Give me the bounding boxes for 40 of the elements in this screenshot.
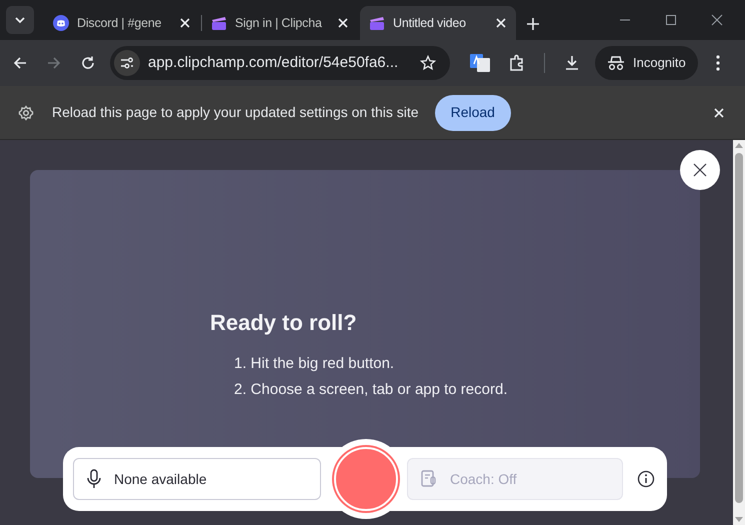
close-icon [693,163,707,177]
spy-icon [607,55,625,71]
star-icon[interactable] [420,55,436,71]
tab-title: Discord | #gene [77,14,162,32]
info-icon[interactable] [637,470,655,488]
incognito-button[interactable]: Incognito [595,46,698,80]
instruction-step: 2. Choose a screen, tab or app to record. [210,379,700,405]
puzzle-icon[interactable] [508,54,526,72]
back-icon[interactable] [12,55,28,71]
reload-icon[interactable] [80,55,96,71]
browser-tab[interactable]: Sign in | Clipcha [202,6,358,40]
discord-logo-icon [53,15,69,31]
browser-tab[interactable]: Discord | #gene [44,6,200,40]
microphone-select[interactable]: None available [73,458,321,500]
infobar-message: Reload this page to apply your updated settings on this site [52,103,419,122]
tab-title: Untitled video [393,14,467,32]
instruction-step: 1. Hit the big red button. [210,353,700,379]
download-icon[interactable] [563,54,581,72]
tab-list-button[interactable] [6,6,34,34]
site-settings-icon[interactable] [114,50,140,76]
tab-title: Sign in | Clipcha [235,14,323,32]
forward-icon[interactable] [46,55,62,71]
recorder-title: Ready to roll? [210,309,358,337]
maximize-icon[interactable] [665,14,677,26]
clapperboard-icon [211,15,227,31]
close-button[interactable] [680,150,720,190]
microphone-icon [86,469,102,489]
translate-icon[interactable] [470,54,490,72]
settings-icon [18,104,34,120]
menu-icon[interactable] [716,55,720,71]
browser-tab[interactable]: Untitled video [360,6,516,40]
address-bar[interactable]: app.clipchamp.com/editor/54e50fa6... [110,46,450,80]
clapperboard-icon [369,15,385,31]
url-text: app.clipchamp.com/editor/54e50fa6... [148,52,400,73]
close-icon[interactable] [711,14,723,26]
reload-button[interactable]: Reload [434,94,511,130]
record-button[interactable] [334,447,398,511]
new-tab-icon[interactable] [526,17,540,31]
scrollbar-thumb[interactable] [735,153,743,503]
scrollbar[interactable] [733,140,745,525]
